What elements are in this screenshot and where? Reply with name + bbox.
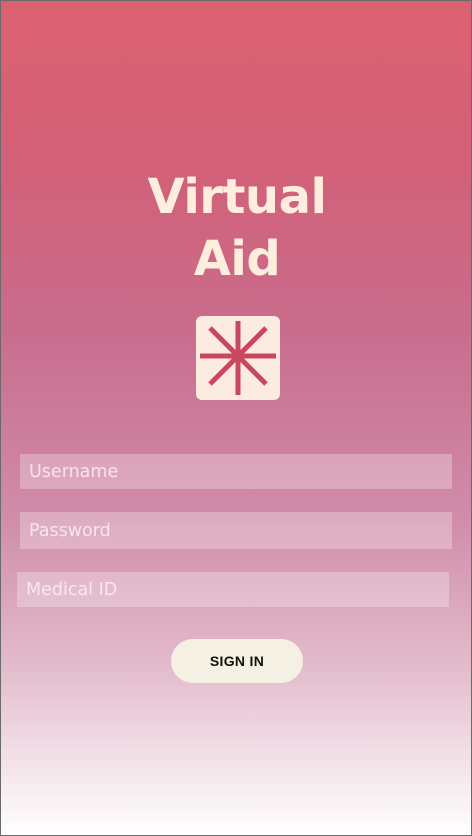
medical-id-input[interactable]	[17, 572, 449, 607]
app-logo	[196, 316, 280, 400]
login-screen: Virtual Aid SIGN IN	[0, 0, 472, 836]
app-title-line-1: Virtual	[147, 169, 327, 225]
username-input[interactable]	[20, 454, 452, 489]
asterisk-icon	[200, 321, 276, 395]
app-title-line-2: Aid	[193, 231, 281, 287]
sign-in-button[interactable]: SIGN IN	[171, 639, 303, 683]
password-input[interactable]	[20, 512, 452, 549]
